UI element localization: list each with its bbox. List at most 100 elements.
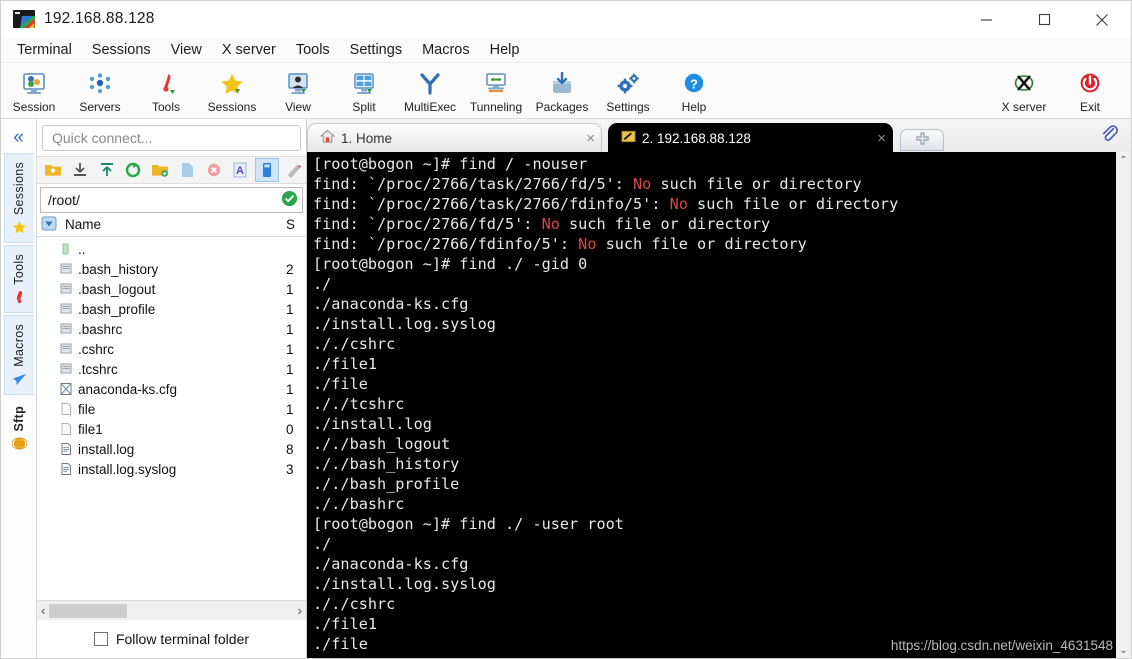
plus-icon — [915, 131, 929, 149]
new-tab-button[interactable] — [900, 129, 944, 151]
paper-plane-icon — [12, 372, 27, 389]
toolbar-help-button[interactable]: ? Help — [661, 66, 727, 118]
svg-text:A: A — [236, 165, 244, 177]
maximize-button[interactable] — [1015, 1, 1073, 38]
toolbar-packages-button[interactable]: Packages — [529, 66, 595, 118]
sftp-file-panel: Quick connect... A /root/ Name S .. .bas… — [37, 119, 307, 658]
paperclip-icon[interactable] — [1100, 124, 1119, 149]
toolbar-help-label: Help — [681, 100, 707, 114]
parent-dir-icon — [59, 242, 78, 256]
file-size: 1 — [286, 301, 294, 317]
terminal-line: ./anaconda-ks.cfg — [313, 295, 469, 313]
file-list-horizontal-scrollbar[interactable]: ‹ › — [37, 600, 306, 620]
sftp-globe-icon — [11, 436, 27, 453]
sidebar-item-sftp[interactable]: Sftp — [3, 396, 34, 460]
toolbar-split-button[interactable]: Split — [331, 66, 397, 118]
menu-tools[interactable]: Tools — [286, 40, 340, 60]
tab-home-close-icon[interactable]: × — [586, 130, 595, 147]
toolbar-tools-button[interactable]: Tools — [133, 66, 199, 118]
sidebar-item-macros[interactable]: Macros — [3, 314, 34, 395]
delete-icon[interactable] — [201, 158, 226, 182]
toolbar-session-button[interactable]: Session — [1, 66, 67, 118]
file-name: .. — [78, 241, 86, 257]
menu-macros[interactable]: Macros — [412, 40, 480, 60]
text-mode-icon[interactable]: A — [228, 158, 253, 182]
list-item[interactable]: file1 0 — [37, 419, 306, 439]
terminal-line: ././cshrc — [313, 595, 396, 613]
list-item[interactable]: .bash_profile 1 — [37, 299, 306, 319]
terminal-output[interactable]: [root@bogon ~]# find / -nouser find: `/pr… — [307, 152, 1115, 658]
window-controls — [957, 1, 1131, 38]
quick-connect-input[interactable]: Quick connect... — [42, 125, 301, 151]
scrollbar-thumb[interactable] — [49, 603, 128, 618]
terminal-side: 1. Home × 2. 192.168.88.128 × [root@bogo… — [307, 119, 1131, 658]
left-vertical-tab-strip: « Sessions Tools Macros Sftp — [1, 119, 37, 658]
column-header-name[interactable]: Name — [65, 217, 101, 232]
toolbar-multiexec-button[interactable]: MultiExec — [397, 66, 463, 118]
list-item[interactable]: .cshrc 1 — [37, 339, 306, 359]
list-item[interactable]: .tcshrc 1 — [37, 359, 306, 379]
minimize-button[interactable] — [957, 1, 1015, 38]
remote-path-bar[interactable]: /root/ — [40, 187, 303, 213]
toolbar-exit-label: Exit — [1079, 100, 1100, 114]
toolbar-xserver-button[interactable]: X server — [991, 66, 1057, 118]
close-button[interactable] — [1073, 1, 1131, 38]
menu-x-server[interactable]: X server — [212, 40, 286, 60]
toolbar-servers-button[interactable]: Servers — [67, 66, 133, 118]
terminal-line: [root@bogon ~]# find ./ -user root — [313, 515, 624, 533]
list-item[interactable]: .. — [37, 239, 306, 259]
sidebar-item-sessions[interactable]: Sessions — [3, 153, 34, 244]
terminal-tab-strip: 1. Home × 2. 192.168.88.128 × — [307, 119, 1131, 152]
new-folder-icon[interactable] — [148, 158, 173, 182]
terminal-line: ././cshrc — [313, 335, 396, 353]
scroll-right-arrow-icon[interactable]: › — [298, 603, 302, 618]
upload-icon[interactable] — [94, 158, 119, 182]
list-item[interactable]: install.log 8 — [37, 439, 306, 459]
tab-terminal-close-icon[interactable]: × — [877, 130, 886, 147]
menu-settings[interactable]: Settings — [340, 40, 412, 60]
menu-terminal[interactable]: Terminal — [7, 40, 82, 60]
terminal-line: ././bash_history — [313, 455, 460, 473]
xserver-icon — [1011, 69, 1037, 99]
terminal-line: ./ — [313, 535, 332, 553]
menu-view[interactable]: View — [161, 40, 212, 60]
scroll-left-arrow-icon[interactable]: ‹ — [41, 603, 45, 618]
collapse-sidebar-icon[interactable]: « — [13, 119, 24, 153]
follow-terminal-folder-row[interactable]: Follow terminal folder — [37, 620, 306, 658]
folder-up-icon[interactable] — [41, 158, 66, 182]
binary-mode-icon[interactable] — [254, 158, 280, 182]
list-item[interactable]: anaconda-ks.cfg 1 — [37, 379, 306, 399]
refresh-icon[interactable] — [121, 158, 146, 182]
follow-terminal-folder-checkbox[interactable] — [93, 632, 108, 646]
list-item[interactable]: file 1 — [37, 399, 306, 419]
list-item[interactable]: .bashrc 1 — [37, 319, 306, 339]
toolbar-tunneling-button[interactable]: Tunneling — [463, 66, 529, 118]
scroll-up-arrow-icon[interactable]: ⌃ — [1119, 152, 1127, 168]
toolbar-view-button[interactable]: View — [265, 66, 331, 118]
terminal-vertical-scrollbar[interactable]: ⌃ ⌄ — [1115, 152, 1131, 658]
list-item[interactable]: .bash_history 2 — [37, 259, 306, 279]
file-name: install.log — [78, 441, 135, 457]
sidebar-item-tools[interactable]: Tools — [3, 245, 34, 313]
menu-help[interactable]: Help — [480, 40, 530, 60]
list-item[interactable]: install.log.syslog 3 — [37, 459, 306, 479]
permissions-icon[interactable] — [281, 158, 306, 182]
toolbar-exit-button[interactable]: Exit — [1057, 66, 1123, 118]
toolbar-sessions-button[interactable]: Sessions — [199, 66, 265, 118]
menu-sessions[interactable]: Sessions — [82, 40, 161, 60]
mobaxterm-icon — [13, 10, 35, 28]
column-header-size[interactable]: S — [286, 217, 306, 232]
scroll-down-arrow-icon[interactable]: ⌄ — [1119, 642, 1127, 658]
scrollbar-track[interactable] — [1116, 168, 1131, 642]
download-icon[interactable] — [68, 158, 93, 182]
tab-home[interactable]: 1. Home × — [307, 123, 602, 152]
terminal-line: ././bashrc — [313, 495, 405, 513]
list-item[interactable]: .bash_logout 1 — [37, 279, 306, 299]
main-body: « Sessions Tools Macros Sftp Quick conne… — [1, 119, 1131, 658]
toolbar-settings-button[interactable]: Settings — [595, 66, 661, 118]
file-size: 1 — [286, 281, 294, 297]
terminal-line: ././bash_profile — [313, 475, 460, 493]
new-file-icon[interactable] — [175, 158, 200, 182]
sort-indicator-icon[interactable] — [41, 216, 57, 234]
tab-terminal-session[interactable]: 2. 192.168.88.128 × — [608, 123, 893, 152]
